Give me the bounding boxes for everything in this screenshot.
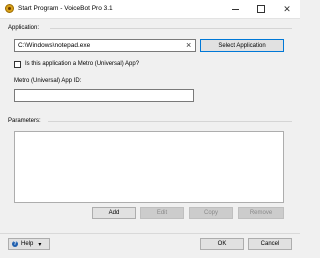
parameters-group-line [48,121,292,122]
edit-parameter-button[interactable]: Edit [140,207,184,219]
close-button[interactable]: ✕ [274,0,300,18]
cancel-button[interactable]: Cancel [248,238,292,250]
select-application-button[interactable]: Select Application [200,39,284,52]
help-label: Help [21,241,34,247]
application-label: Application: [8,25,40,31]
close-icon: ✕ [283,3,291,14]
help-dropdown-icon[interactable]: ▾ [38,241,41,248]
metro-app-checkbox-label: Is this application a Metro (Universal) … [25,61,140,67]
remove-parameter-button[interactable]: Remove [238,207,284,219]
add-parameter-button[interactable]: Add [92,207,136,219]
maximize-button[interactable] [248,0,274,18]
parameters-label: Parameters: [8,118,41,124]
maximize-icon [257,5,265,13]
copy-parameter-button[interactable]: Copy [189,207,233,219]
minimize-icon [231,8,239,10]
metro-app-id-input[interactable] [14,89,194,102]
minimize-button[interactable] [222,0,248,18]
clear-path-icon[interactable]: × [186,40,191,50]
application-path-value: C:\Windows\notepad.exe [18,42,91,49]
parameters-list[interactable] [14,131,284,203]
ok-button[interactable]: OK [200,238,244,250]
metro-app-checkbox[interactable] [14,61,21,68]
title-bar: Start Program - VoiceBot Pro 3.1 ✕ [0,0,300,19]
application-group-line [50,28,292,29]
window-title: Start Program - VoiceBot Pro 3.1 [18,5,113,12]
help-icon: ? [12,241,18,247]
voicebot-app-icon [5,4,14,13]
metro-app-id-label: Metro (Universal) App ID: [14,78,82,84]
application-path-input[interactable]: C:\Windows\notepad.exe × [14,39,196,52]
help-button[interactable]: ? Help ▾ [8,238,50,250]
